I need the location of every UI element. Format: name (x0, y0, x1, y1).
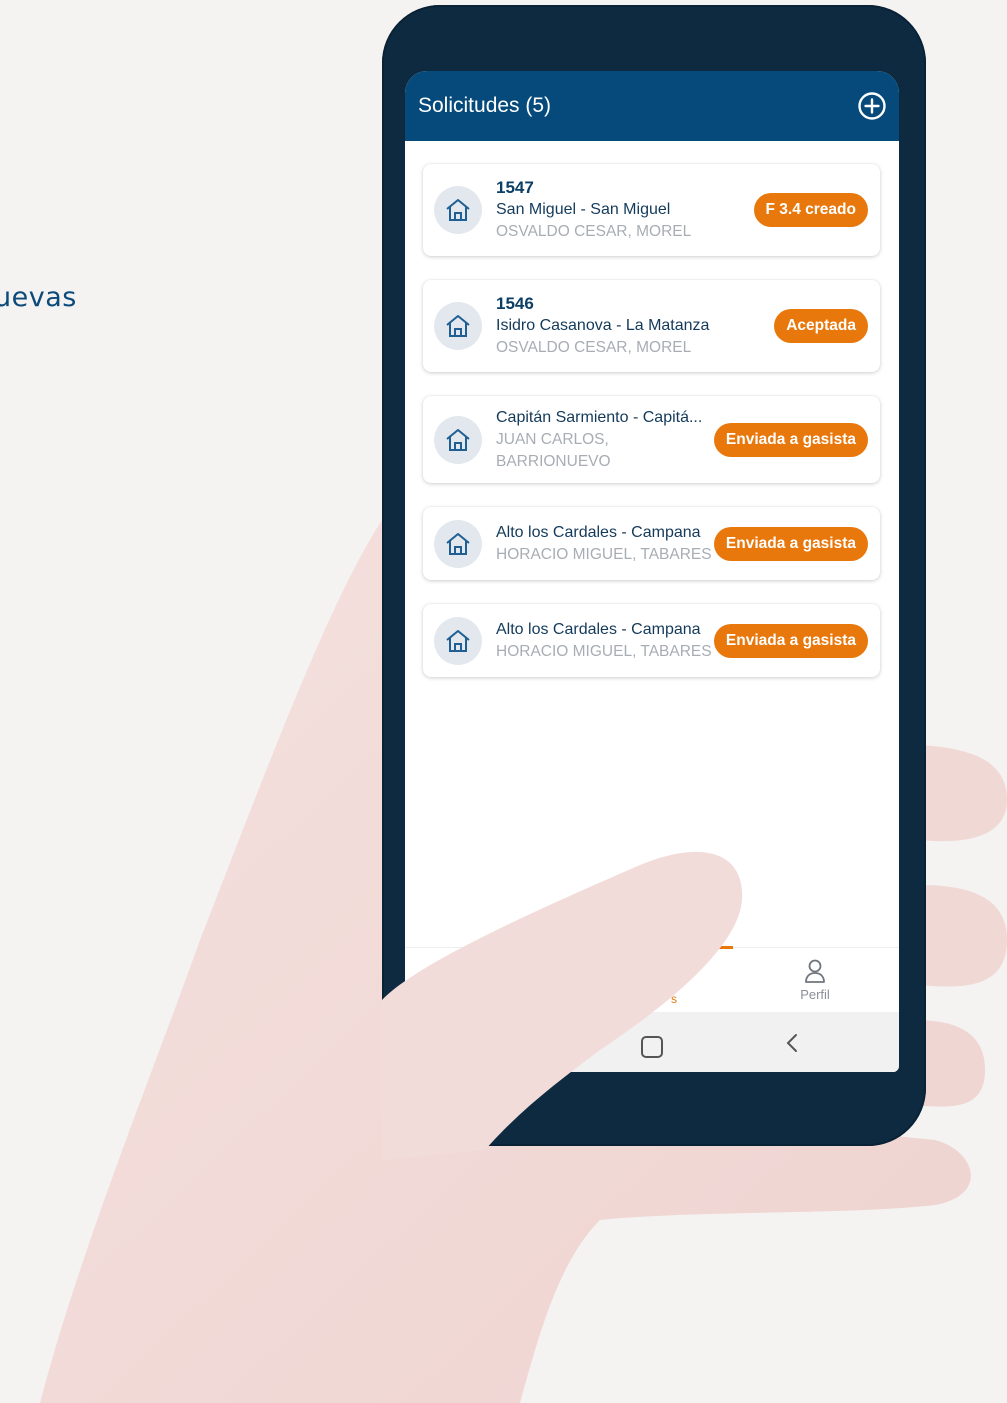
house-icon (434, 519, 482, 568)
house-icon (434, 302, 482, 350)
status-badge: Enviada a gasista (713, 526, 868, 561)
request-card[interactable]: Alto los Cardales - Campana HORACIO MIGU… (423, 507, 880, 580)
nav-home-icon[interactable] (473, 962, 483, 972)
request-location: Alto los Cardales - Campana (496, 523, 701, 541)
system-nav-bar (405, 1012, 899, 1072)
request-person: HORACIO MIGUEL, TABARES (496, 545, 712, 563)
nav-profile[interactable]: Perfil (785, 958, 845, 1002)
request-card[interactable]: 1547 San Miguel - San Miguel OSVALDO CES… (423, 164, 880, 256)
request-card[interactable]: Capitán Sarmiento - Capitá... JUAN CARLO… (423, 396, 880, 483)
plus-circle-icon[interactable] (857, 91, 887, 121)
request-number: 1546 (496, 294, 534, 313)
phone-screen: Solicitudes (5) 1547 San Miguel - San Mi… (405, 71, 899, 1072)
status-badge: Aceptada (774, 309, 868, 343)
request-number: 1547 (496, 178, 534, 197)
house-icon (434, 616, 482, 665)
nav-solicitudes-label[interactable]: s (671, 992, 677, 1006)
house-icon (434, 415, 482, 464)
house-icon (434, 186, 482, 234)
request-person: OSVALDO CESAR, MOREL (496, 223, 692, 240)
request-location: Isidro Casanova - La Matanza (496, 317, 710, 334)
request-location: Capitán Sarmiento - Capitá... (496, 408, 703, 426)
request-location: Alto los Cardales - Campana (496, 620, 701, 638)
system-back-icon[interactable] (785, 1032, 799, 1054)
request-card[interactable]: 1546 Isidro Casanova - La Matanza OSVALD… (423, 280, 880, 372)
request-list: 1547 San Miguel - San Miguel OSVALDO CES… (405, 141, 899, 677)
request-location: San Miguel - San Miguel (496, 201, 671, 218)
system-home-icon[interactable] (641, 1036, 663, 1058)
app-bar: Solicitudes (5) (405, 71, 899, 141)
page-title: Solicitudes (5) (418, 94, 552, 117)
bottom-nav: s Perfil (405, 946, 899, 1013)
request-person-line2: BARRIONUEVO (496, 452, 611, 470)
request-card[interactable]: Alto los Cardales - Campana HORACIO MIGU… (423, 604, 880, 677)
status-badge: F 3.4 creado (753, 193, 868, 227)
request-person: HORACIO MIGUEL, TABARES (496, 642, 712, 660)
nav-active-indicator (695, 946, 733, 949)
status-badge: Enviada a gasista (713, 623, 868, 658)
nav-profile-label: Perfil (800, 987, 830, 1002)
request-person: OSVALDO CESAR, MOREL (496, 339, 692, 356)
user-icon (805, 959, 825, 983)
request-person-line1: JUAN CARLOS, (496, 430, 609, 448)
status-badge: Enviada a gasista (713, 422, 868, 457)
